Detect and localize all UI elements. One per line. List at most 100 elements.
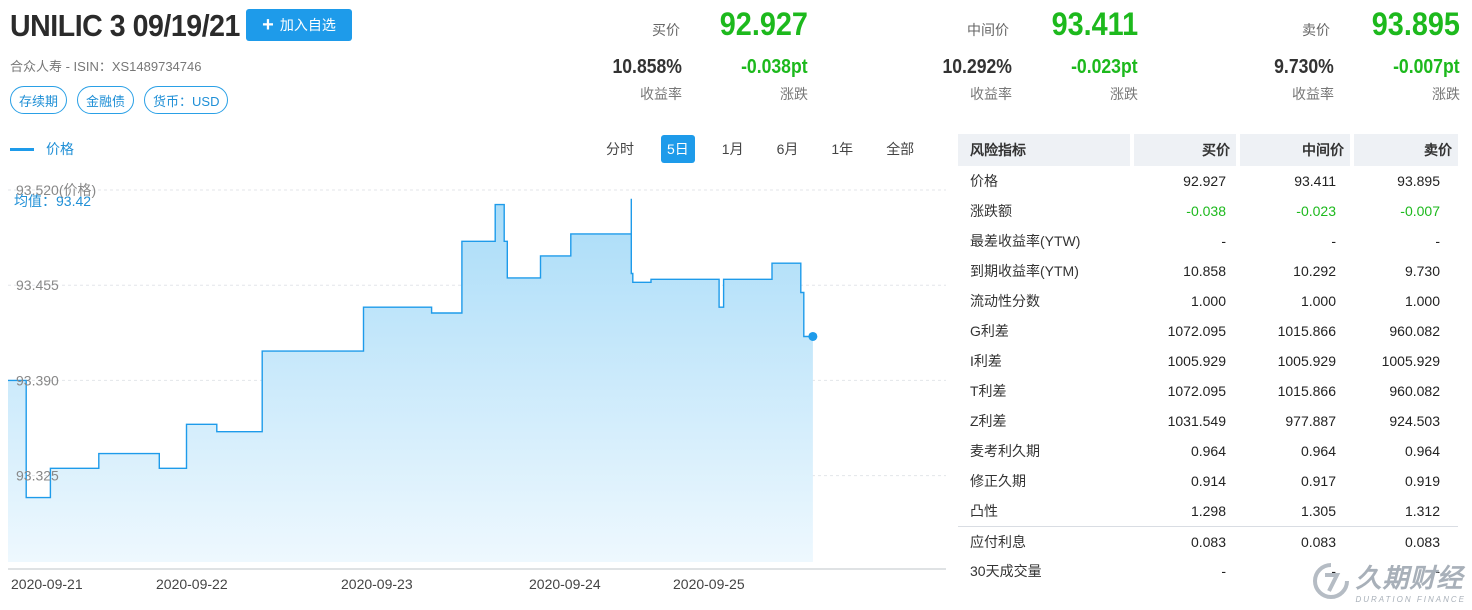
risk-table-row: 修正久期 0.914 0.917 0.919 — [958, 466, 1458, 496]
y-tick-label: 93.390 — [16, 372, 59, 388]
row-bid: 1072.095 — [1167, 383, 1226, 399]
row-ask: -0.007 — [1400, 203, 1440, 219]
mid-yield-label: 收益率 — [970, 86, 1012, 102]
y-tick-label: 93.325 — [16, 468, 59, 484]
bid-quote: 买价 92.927 10.858% -0.038pt 收益率 涨跌 — [600, 4, 810, 104]
range-tab[interactable]: 全部 — [880, 135, 920, 163]
row-label: 价格 — [970, 173, 998, 189]
bid-change-label: 涨跌 — [780, 86, 808, 102]
range-tab[interactable]: 1月 — [716, 135, 750, 163]
risk-table-row: 麦考利久期 0.964 0.964 0.964 — [958, 436, 1458, 466]
row-bid: 92.927 — [1183, 173, 1226, 189]
row-bid: 1.000 — [1190, 293, 1226, 309]
range-tab[interactable]: 6月 — [771, 135, 805, 163]
risk-table-row: 应付利息 0.083 0.083 0.083 — [958, 526, 1458, 556]
row-ask: 1.312 — [1404, 503, 1440, 519]
range-tabs: 分时 5日 1月 6月 1年 全部 — [600, 135, 941, 163]
row-label: 修正久期 — [970, 473, 1026, 489]
row-ask: - — [1435, 233, 1440, 249]
risk-table-row: Z利差 1031.549 977.887 924.503 — [958, 406, 1458, 436]
risk-table-header: 风险指标 买价 中间价 卖价 — [958, 134, 1458, 166]
risk-table-row: I利差 1005.929 1005.929 1005.929 — [958, 346, 1458, 376]
row-mid: 0.964 — [1300, 443, 1336, 459]
row-mid: 0.917 — [1300, 473, 1336, 489]
risk-table-row: 到期收益率(YTM) 10.858 10.292 9.730 — [958, 256, 1458, 286]
bid-change: -0.038pt — [741, 56, 808, 78]
row-mid: 1.000 — [1300, 293, 1336, 309]
bid-label: 买价 — [652, 22, 680, 38]
add-to-watchlist-button[interactable]: + 加入自选 — [246, 9, 352, 41]
bid-yield-label: 收益率 — [640, 86, 682, 102]
row-ask: 1005.929 — [1381, 353, 1440, 369]
row-label: 涨跌额 — [970, 203, 1012, 219]
row-ask: 924.503 — [1389, 413, 1440, 429]
row-mid: -0.023 — [1296, 203, 1336, 219]
header-bid: 买价 — [1134, 134, 1236, 166]
row-label: 流动性分数 — [970, 293, 1040, 309]
price-chart[interactable]: 93.520(价格) 93.455 93.390 93.325 2020-09-21 20… — [8, 172, 948, 602]
add-to-watchlist-label: 加入自选 — [279, 17, 336, 33]
mid-label: 中间价 — [967, 22, 1009, 38]
mid-change: -0.023pt — [1071, 56, 1138, 78]
row-ask: 0.083 — [1404, 533, 1440, 550]
bid-yield: 10.858% — [612, 56, 682, 78]
risk-table-row: G利差 1072.095 1015.866 960.082 — [958, 316, 1458, 346]
row-label: G利差 — [970, 323, 1009, 339]
row-label: Z利差 — [970, 413, 1007, 429]
duration-finance-logo-icon — [1313, 563, 1350, 599]
ask-change: -0.007pt — [1393, 56, 1460, 78]
chart-legend[interactable]: 价格 — [10, 139, 74, 159]
bond-title: UNILIC 3 09/19/21 — [10, 8, 240, 43]
x-tick-label: 2020-09-24 — [529, 576, 601, 592]
x-tick-label: 2020-09-23 — [341, 576, 413, 592]
row-ask: 960.082 — [1389, 383, 1440, 399]
mid-price: 93.411 — [1051, 6, 1138, 42]
price-chart-svg: 93.520(价格)93.45593.39093.3252020-09-21 20… — [8, 182, 946, 592]
row-label: 到期收益率(YTM) — [970, 263, 1079, 279]
bond-header: UNILIC 3 09/19/21 + 加入自选 合众人寿 - ISIN：XS1… — [10, 8, 570, 114]
row-label: 应付利息 — [970, 533, 1026, 550]
row-bid: 1031.549 — [1167, 413, 1226, 429]
watermark-cn: 久期财经 — [1355, 563, 1464, 593]
watermark: 久期财经 DURATION FINANCE — [1311, 558, 1466, 604]
average-label: 均值：93.42 — [14, 193, 92, 209]
row-mid: 10.292 — [1293, 263, 1336, 279]
row-mid: 1015.866 — [1277, 383, 1336, 399]
x-tick-label: 2020-09-25 — [673, 576, 745, 592]
row-mid: 0.083 — [1300, 533, 1336, 550]
row-ask: 1.000 — [1404, 293, 1440, 309]
tag-currency[interactable]: 货币：USD — [144, 86, 229, 114]
row-label: 最差收益率(YTW) — [970, 233, 1081, 249]
ask-yield: 9.730% — [1274, 56, 1334, 78]
row-bid: - — [1221, 563, 1226, 579]
tag-status[interactable]: 存续期 — [10, 86, 68, 114]
row-bid: 1.298 — [1190, 503, 1226, 519]
row-ask: 0.964 — [1404, 443, 1440, 459]
issuer-isin: 合众人寿 - ISIN：XS1489734746 — [10, 59, 202, 74]
row-mid: 1005.929 — [1277, 353, 1336, 369]
risk-table-row: 涨跌额 -0.038 -0.023 -0.007 — [958, 196, 1458, 226]
legend-swatch — [10, 147, 34, 151]
legend-label: 价格 — [46, 141, 74, 157]
row-bid: 0.083 — [1190, 533, 1226, 550]
range-tab[interactable]: 分时 — [600, 135, 640, 163]
x-tick-label: 2020-09-21 — [11, 576, 83, 592]
row-bid: -0.038 — [1186, 203, 1226, 219]
range-tab[interactable]: 1年 — [825, 135, 859, 163]
row-bid: 1005.929 — [1167, 353, 1226, 369]
latest-price-point — [808, 331, 818, 341]
row-bid: - — [1221, 233, 1226, 249]
row-mid: 93.411 — [1294, 173, 1336, 189]
row-label: 30天成交量 — [970, 563, 1042, 579]
risk-table-row: 价格 92.927 93.411 93.895 — [958, 166, 1458, 196]
risk-table-row: 流动性分数 1.000 1.000 1.000 — [958, 286, 1458, 316]
tag-type[interactable]: 金融债 — [77, 86, 135, 114]
range-tab[interactable]: 5日 — [661, 135, 695, 163]
ask-quote: 卖价 93.895 9.730% -0.007pt 收益率 涨跌 — [1252, 4, 1462, 104]
row-label: 凸性 — [970, 503, 998, 519]
ask-change-label: 涨跌 — [1432, 86, 1460, 102]
risk-table-body: 价格 92.927 93.411 93.895 涨跌额 -0.038 -0.023 -0.00… — [958, 166, 1458, 586]
row-ask: 9.730 — [1404, 263, 1440, 279]
mid-yield: 10.292% — [942, 56, 1012, 78]
row-bid: 10.858 — [1183, 263, 1226, 279]
